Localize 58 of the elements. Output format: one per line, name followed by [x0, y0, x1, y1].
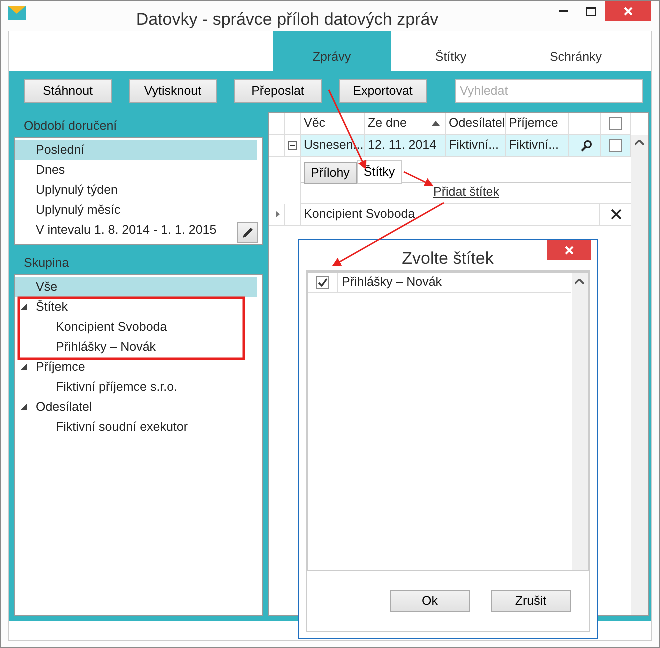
- row-indicator-icon: [276, 211, 280, 218]
- dialog-button[interactable]: Zrušit: [491, 590, 571, 612]
- close-icon[interactable]: [564, 246, 574, 254]
- list-item[interactable]: Poslední: [36, 143, 85, 157]
- tree-item[interactable]: Přihlášky – Novák: [56, 340, 156, 354]
- list-item[interactable]: Uplynulý měsíc: [36, 203, 121, 217]
- list-item[interactable]: Přihlášky – Novák: [338, 273, 442, 292]
- list-item[interactable]: Dnes: [36, 163, 66, 177]
- panel-heading: Období doručení: [24, 119, 118, 133]
- pencil-icon: [240, 226, 254, 240]
- chevron-up-icon[interactable]: [575, 279, 584, 285]
- close-button[interactable]: [547, 240, 591, 260]
- app-logo-icon: [8, 6, 26, 20]
- tree-item[interactable]: Koncipient Svoboda: [56, 320, 168, 334]
- toolbar-button[interactable]: Vytisknout: [129, 79, 217, 103]
- table-cell: Fiktivní...: [449, 138, 500, 152]
- tree-item[interactable]: Fiktivní soudní exekutor: [56, 420, 188, 434]
- close-button[interactable]: [605, 1, 651, 21]
- dialog-button[interactable]: Ok: [390, 590, 470, 612]
- expanded-icon[interactable]: [21, 404, 27, 410]
- annotation-arrow: [404, 171, 434, 187]
- chevron-up-icon[interactable]: [635, 140, 644, 146]
- table-cell: Koncipient Svoboda: [304, 207, 416, 221]
- list-item[interactable]: V intevalu 1. 8. 2014 - 1. 1. 2015: [36, 223, 217, 237]
- toolbar-button[interactable]: Exportovat: [339, 79, 427, 103]
- tree-item[interactable]: Příjemce: [36, 360, 86, 374]
- close-icon[interactable]: [624, 6, 632, 16]
- minimize-icon[interactable]: [558, 10, 568, 12]
- panel-heading: Skupina: [24, 256, 70, 270]
- dialog-title: Zvolte štítek: [401, 248, 495, 270]
- tree-item[interactable]: Vše: [36, 280, 58, 294]
- remove-icon[interactable]: [611, 209, 622, 220]
- search-icon[interactable]: [581, 140, 592, 152]
- table-cell: 12. 11. 2014: [368, 138, 437, 152]
- checkbox[interactable]: [609, 117, 622, 130]
- scrollbar[interactable]: [572, 273, 588, 570]
- tree-item[interactable]: Odesílatel: [36, 400, 92, 414]
- expanded-icon[interactable]: [21, 364, 27, 370]
- search-field[interactable]: Vyhledat: [455, 79, 643, 103]
- window-title: Datovky - správce příloh datových zpráv: [135, 9, 440, 31]
- tab[interactable]: Štítky: [356, 160, 402, 184]
- checkbox[interactable]: [609, 139, 622, 152]
- expanded-icon[interactable]: [21, 304, 27, 310]
- list-item[interactable]: Uplynulý týden: [36, 183, 118, 197]
- tree-item[interactable]: Štítek: [36, 300, 68, 314]
- checkbox[interactable]: [316, 276, 329, 289]
- toolbar-button[interactable]: Přeposlat: [234, 79, 322, 103]
- tab[interactable]: Zprávy: [273, 31, 391, 71]
- add-tag-link[interactable]: Přidat štítek: [434, 185, 500, 199]
- tree-item[interactable]: Fiktivní příjemce s.r.o.: [56, 380, 178, 394]
- toolbar-button[interactable]: Stáhnout: [24, 79, 112, 103]
- edit-button[interactable]: [237, 222, 258, 243]
- tab[interactable]: Přílohy: [304, 162, 357, 184]
- table-cell: Fiktivní...: [509, 138, 560, 152]
- empty-cell: [269, 113, 285, 135]
- scrollbar[interactable]: [631, 135, 648, 615]
- maximize-icon[interactable]: [586, 6, 596, 16]
- collapse-icon[interactable]: [288, 141, 297, 150]
